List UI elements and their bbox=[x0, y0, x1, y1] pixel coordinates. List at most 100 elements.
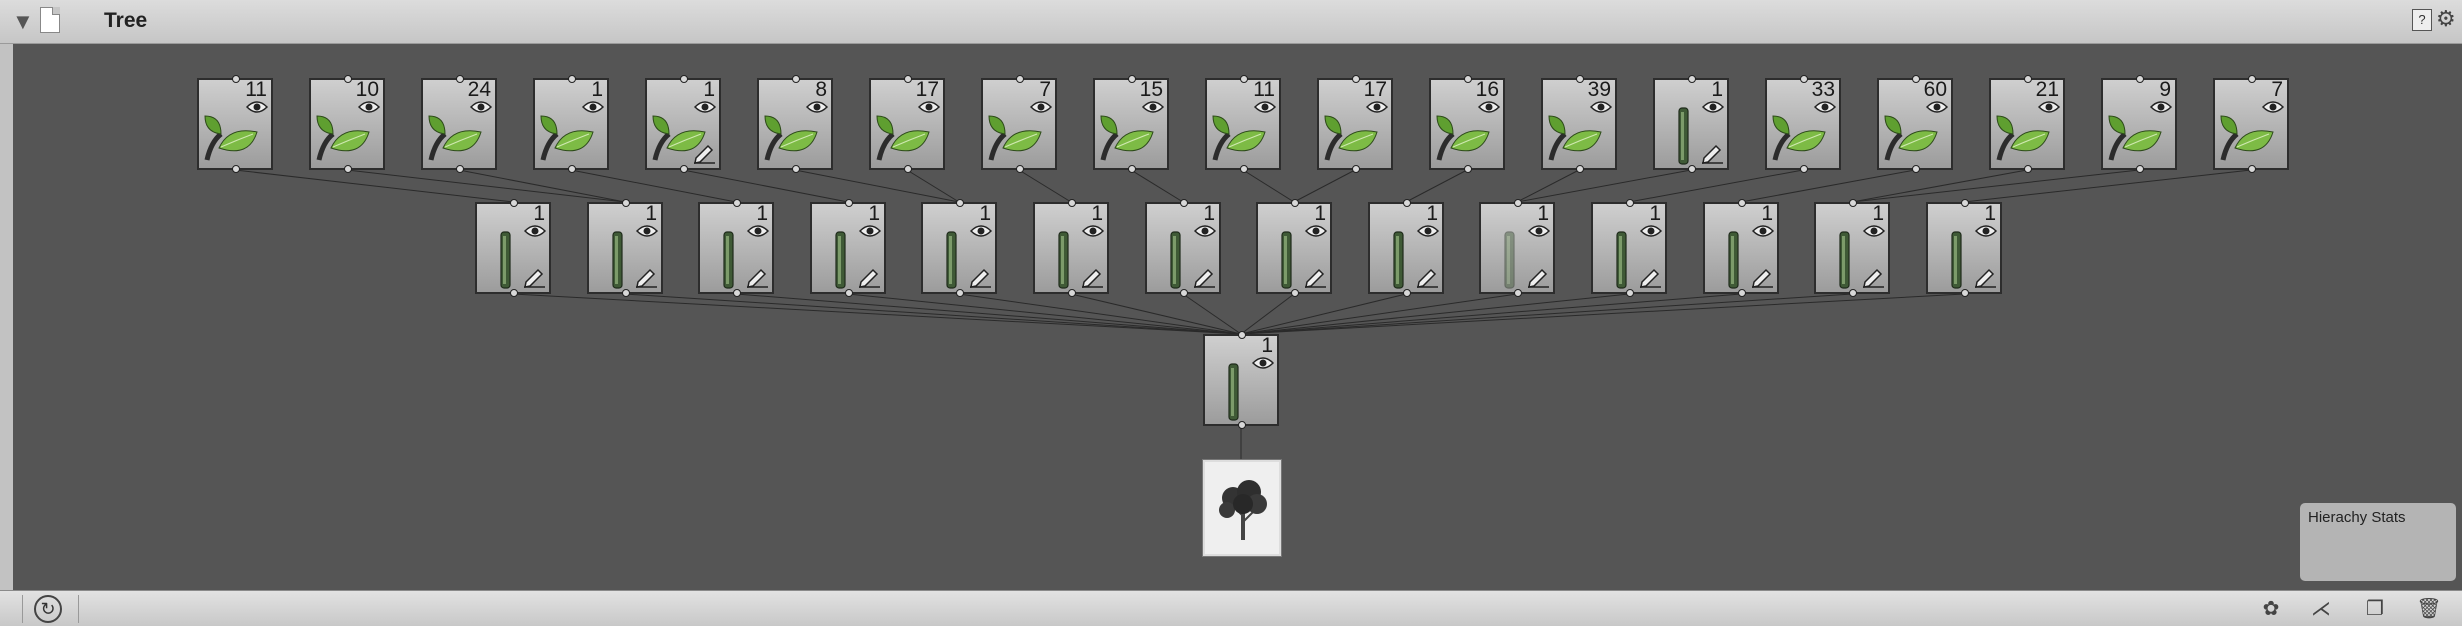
visibility-eye-icon[interactable] bbox=[859, 224, 881, 238]
node-input-port[interactable] bbox=[1238, 331, 1246, 339]
node-output-port[interactable] bbox=[2024, 165, 2032, 173]
node-output-port[interactable] bbox=[1576, 165, 1584, 173]
visibility-eye-icon[interactable] bbox=[1252, 356, 1274, 370]
visibility-eye-icon[interactable] bbox=[1752, 224, 1774, 238]
node-output-port[interactable] bbox=[232, 165, 240, 173]
branch-node[interactable]: 1 bbox=[810, 199, 886, 297]
visibility-eye-icon[interactable] bbox=[524, 224, 546, 238]
visibility-eye-icon[interactable] bbox=[970, 224, 992, 238]
node-input-port[interactable] bbox=[1016, 75, 1024, 83]
node-input-port[interactable] bbox=[1514, 199, 1522, 207]
node-output-port[interactable] bbox=[456, 165, 464, 173]
visibility-eye-icon[interactable] bbox=[1975, 224, 1997, 238]
branch-node[interactable]: 1 bbox=[1033, 199, 1109, 297]
foldout-arrow-icon[interactable]: ▼ bbox=[12, 10, 34, 34]
leaf-node[interactable]: 24 bbox=[421, 75, 497, 173]
node-input-port[interactable] bbox=[1068, 199, 1076, 207]
help-icon[interactable]: ? bbox=[2412, 9, 2432, 31]
leaf-node[interactable]: 11 bbox=[1205, 75, 1281, 173]
leaf-node[interactable]: 7 bbox=[981, 75, 1057, 173]
branch-node[interactable]: 1 bbox=[1368, 199, 1444, 297]
node-output-port[interactable] bbox=[1688, 165, 1696, 173]
node-output-port[interactable] bbox=[2136, 165, 2144, 173]
node-input-port[interactable] bbox=[1240, 75, 1248, 83]
branch-node[interactable]: 1 bbox=[475, 199, 551, 297]
branch-node[interactable]: 1 bbox=[1814, 199, 1890, 297]
visibility-eye-icon[interactable] bbox=[747, 224, 769, 238]
node-input-port[interactable] bbox=[1291, 199, 1299, 207]
visibility-eye-icon[interactable] bbox=[1417, 224, 1439, 238]
node-input-port[interactable] bbox=[1738, 199, 1746, 207]
visibility-eye-icon[interactable] bbox=[1863, 224, 1885, 238]
node-input-port[interactable] bbox=[1352, 75, 1360, 83]
node-input-port[interactable] bbox=[1961, 199, 1969, 207]
node-output-port[interactable] bbox=[1240, 165, 1248, 173]
branch-node[interactable]: 1 bbox=[1926, 199, 2002, 297]
node-input-port[interactable] bbox=[1128, 75, 1136, 83]
leaf-node[interactable]: 33 bbox=[1765, 75, 1841, 173]
branch-node[interactable]: 1 bbox=[1703, 199, 1779, 297]
branch-node[interactable]: 1 bbox=[698, 199, 774, 297]
node-input-port[interactable] bbox=[1688, 75, 1696, 83]
add-branch-group-button[interactable]: ⋌ bbox=[2306, 595, 2336, 623]
leaf-node[interactable]: 39 bbox=[1541, 75, 1617, 173]
node-input-port[interactable] bbox=[1464, 75, 1472, 83]
leaf-node[interactable]: 60 bbox=[1877, 75, 1953, 173]
node-output-port[interactable] bbox=[1352, 165, 1360, 173]
visibility-eye-icon[interactable] bbox=[1194, 224, 1216, 238]
leaf-node[interactable]: 7 bbox=[2213, 75, 2289, 173]
node-input-port[interactable] bbox=[1403, 199, 1411, 207]
node-output-port[interactable] bbox=[1514, 289, 1522, 297]
visibility-eye-icon[interactable] bbox=[1082, 224, 1104, 238]
leaf-node[interactable]: 1 bbox=[533, 75, 609, 173]
visibility-eye-icon[interactable] bbox=[1702, 100, 1724, 114]
branch-node[interactable]: 1 bbox=[921, 199, 997, 297]
node-input-port[interactable] bbox=[733, 199, 741, 207]
node-input-port[interactable] bbox=[2024, 75, 2032, 83]
node-output-port[interactable] bbox=[1238, 421, 1246, 429]
node-input-port[interactable] bbox=[1626, 199, 1634, 207]
node-input-port[interactable] bbox=[1849, 199, 1857, 207]
trunk-node[interactable]: 1 bbox=[1203, 331, 1279, 429]
delete-button[interactable]: 🗑 bbox=[2414, 595, 2444, 623]
node-input-port[interactable] bbox=[956, 199, 964, 207]
leaf-node[interactable]: 1 bbox=[645, 75, 721, 173]
node-input-port[interactable] bbox=[1800, 75, 1808, 83]
node-input-port[interactable] bbox=[456, 75, 464, 83]
node-output-port[interactable] bbox=[1626, 289, 1634, 297]
branch-node[interactable]: 1 bbox=[587, 199, 663, 297]
leaf-node[interactable]: 11 bbox=[197, 75, 273, 173]
leaf-node[interactable]: 21 bbox=[1989, 75, 2065, 173]
node-output-port[interactable] bbox=[1068, 289, 1076, 297]
leaf-node[interactable]: 17 bbox=[1317, 75, 1393, 173]
node-output-port[interactable] bbox=[344, 165, 352, 173]
node-output-port[interactable] bbox=[956, 289, 964, 297]
node-output-port[interactable] bbox=[568, 165, 576, 173]
node-output-port[interactable] bbox=[1800, 165, 1808, 173]
node-input-port[interactable] bbox=[1576, 75, 1584, 83]
node-input-port[interactable] bbox=[568, 75, 576, 83]
branch-node[interactable]: 1 bbox=[1591, 199, 1667, 297]
node-input-port[interactable] bbox=[344, 75, 352, 83]
visibility-eye-icon[interactable] bbox=[1528, 224, 1550, 238]
node-input-port[interactable] bbox=[2248, 75, 2256, 83]
node-output-port[interactable] bbox=[510, 289, 518, 297]
node-output-port[interactable] bbox=[1464, 165, 1472, 173]
node-input-port[interactable] bbox=[845, 199, 853, 207]
gear-icon[interactable]: ⚙ bbox=[2436, 6, 2456, 32]
node-input-port[interactable] bbox=[622, 199, 630, 207]
node-output-port[interactable] bbox=[792, 165, 800, 173]
visibility-eye-icon[interactable] bbox=[1305, 224, 1327, 238]
branch-node[interactable]: 1 bbox=[1479, 199, 1555, 297]
node-output-port[interactable] bbox=[1961, 289, 1969, 297]
node-output-port[interactable] bbox=[733, 289, 741, 297]
leaf-node[interactable]: 16 bbox=[1429, 75, 1505, 173]
visibility-eye-icon[interactable] bbox=[1640, 224, 1662, 238]
leaf-node[interactable]: 10 bbox=[309, 75, 385, 173]
node-output-port[interactable] bbox=[845, 289, 853, 297]
refresh-button[interactable]: ↻ bbox=[34, 595, 62, 623]
node-input-port[interactable] bbox=[1912, 75, 1920, 83]
node-input-port[interactable] bbox=[232, 75, 240, 83]
node-output-port[interactable] bbox=[1180, 289, 1188, 297]
node-input-port[interactable] bbox=[510, 199, 518, 207]
